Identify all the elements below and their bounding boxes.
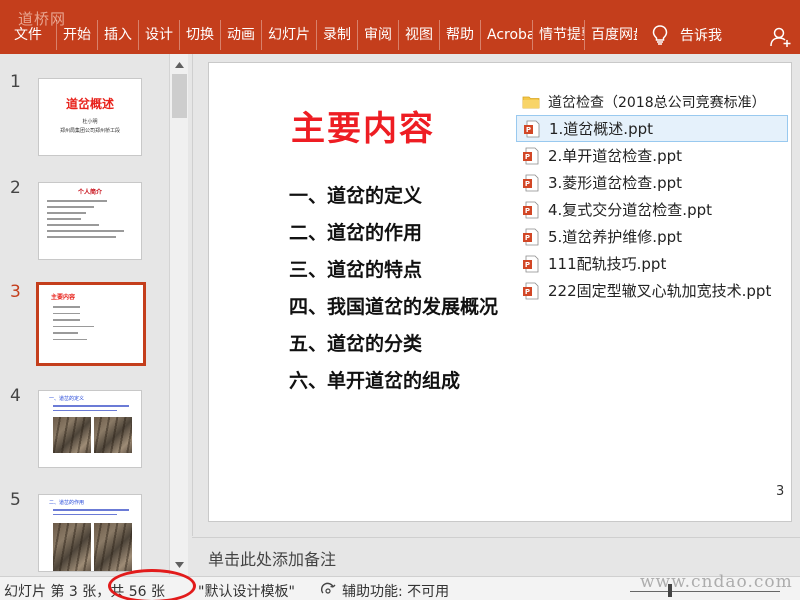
svg-text:P: P [525, 207, 530, 215]
lightbulb-icon [652, 25, 668, 45]
file-name: 1.道岔概述.ppt [549, 120, 654, 138]
scroll-up-arrow-icon[interactable] [170, 56, 189, 73]
file-list: 道岔检查（2018总公司竞赛标准） P 1.道岔概述.ppt P 2.单开道岔检… [516, 88, 800, 304]
slide-outline[interactable]: 一、道岔的定义 二、道岔的作用 三、道岔的特点 四、我国道岔的发展概况 五、道岔… [289, 178, 509, 400]
thumb-photo [53, 523, 91, 571]
thumb-number: 1 [10, 72, 21, 92]
file-row[interactable]: P 222固定型辙叉心轨加宽技术.ppt [516, 277, 800, 304]
thumbnail-slide-5[interactable]: 二、道岔的作用 [38, 494, 142, 572]
thumb-text-lines [39, 196, 141, 238]
thumbnail-slide-3[interactable]: 主要内容 [36, 282, 146, 366]
outline-item: 四、我国道岔的发展概况 [289, 296, 499, 318]
thumb-title: 一、道岔的定义 [49, 396, 85, 402]
thumb-org: 郑州局集团公司郑州桥工段 [59, 128, 120, 134]
file-row[interactable]: P 5.道岔养护维修.ppt [516, 223, 800, 250]
slide-title[interactable]: 主要内容 [291, 101, 435, 150]
thumb-photo [53, 417, 91, 453]
thumbnails-scrollbar[interactable] [169, 54, 188, 575]
outline-item: 六、单开道岔的组成 [289, 370, 461, 392]
folder-row[interactable]: 道岔检查（2018总公司竞赛标准） [516, 88, 800, 115]
file-name: 2.单开道岔检查.ppt [548, 147, 683, 165]
tell-me-label: 告诉我 [680, 28, 722, 44]
thumb-title: 道岔概述 [65, 97, 114, 111]
tab-storyboard[interactable]: 情节提要 [533, 20, 585, 50]
thumb-title: 个人简介 [77, 189, 102, 196]
thumb-number: 4 [10, 386, 21, 406]
file-name: 111配轨技巧.ppt [548, 255, 667, 273]
tab-home[interactable]: 开始 [57, 20, 98, 50]
tell-me-box[interactable]: 告诉我 [652, 20, 722, 50]
file-row[interactable]: P 2.单开道岔检查.ppt [516, 142, 800, 169]
tab-record[interactable]: 录制 [317, 20, 358, 50]
slide-thumbnails-pane: 1 道岔概述 杜小明 郑州局集团公司郑州桥工段 2 个人简介 3 主要内容 4 [0, 54, 190, 575]
thumb-number: 3 [10, 282, 21, 302]
tab-help[interactable]: 帮助 [440, 20, 481, 50]
file-name: 5.道岔养护维修.ppt [548, 228, 683, 246]
notes-placeholder: 单击此处添加备注 [208, 550, 337, 569]
tab-acrobat[interactable]: Acrobat [481, 20, 533, 50]
svg-text:P: P [525, 234, 530, 242]
tab-insert[interactable]: 插入 [98, 20, 139, 50]
thumb-photo [94, 417, 132, 453]
scroll-thumb[interactable] [172, 74, 187, 118]
watermark-url: www.cndao.com [640, 572, 793, 592]
outline-item: 三、道岔的特点 [289, 259, 423, 281]
tab-review[interactable]: 审阅 [358, 20, 399, 50]
ppt-file-icon: P [523, 282, 539, 299]
tab-baidu-netdisk[interactable]: 百度网盘 [585, 20, 637, 50]
outline-item: 五、道岔的分类 [289, 333, 423, 355]
file-row[interactable]: P 4.复式交分道岔检查.ppt [516, 196, 800, 223]
ppt-file-icon: P [523, 228, 539, 245]
thumb-text-lines [39, 301, 143, 340]
thumb-title: 二、道岔的作用 [49, 500, 85, 506]
thumb-text-lines [39, 402, 141, 411]
ppt-file-icon: P [523, 174, 539, 191]
outline-item: 二、道岔的作用 [289, 222, 423, 244]
svg-text:P: P [525, 180, 530, 188]
svg-text:P: P [526, 126, 531, 134]
thumb-author: 杜小明 [82, 119, 98, 125]
thumb-text-lines [39, 506, 141, 515]
tab-design[interactable]: 设计 [139, 20, 180, 50]
folder-icon [522, 96, 540, 108]
file-row[interactable]: P 1.道岔概述.ppt [516, 115, 788, 142]
annotation-ellipse [108, 569, 196, 600]
share-user-icon[interactable] [770, 26, 792, 48]
tab-animations[interactable]: 动画 [221, 20, 262, 50]
notes-pane[interactable]: 单击此处添加备注 [192, 537, 800, 575]
accessibility-status[interactable]: 辅助功能: 不可用 [342, 581, 449, 600]
file-name: 222固定型辙叉心轨加宽技术.ppt [548, 282, 772, 300]
tab-view[interactable]: 视图 [399, 20, 440, 50]
thumbnail-slide-1[interactable]: 道岔概述 杜小明 郑州局集团公司郑州桥工段 [38, 78, 142, 156]
ppt-file-icon: P [523, 255, 539, 272]
thumb-number: 2 [10, 178, 21, 198]
thumbnail-slide-4[interactable]: 一、道岔的定义 [38, 390, 142, 468]
file-name: 3.菱形道岔检查.ppt [548, 174, 683, 192]
file-row[interactable]: P 111配轨技巧.ppt [516, 250, 800, 277]
file-row[interactable]: P 3.菱形道岔检查.ppt [516, 169, 800, 196]
template-name: "默认设计模板" [198, 584, 295, 600]
slide-number: 3 [776, 484, 785, 499]
ppt-file-icon: P [523, 147, 539, 164]
thumb-number: 5 [10, 490, 21, 510]
tab-file[interactable]: 文件 [0, 20, 57, 50]
svg-text:P: P [525, 288, 530, 296]
svg-text:P: P [525, 153, 530, 161]
ribbon-tabs: 文件 开始 插入 设计 切换 动画 幻灯片 录制 审阅 视图 帮助 Acroba… [0, 20, 637, 50]
tab-transitions[interactable]: 切换 [180, 20, 221, 50]
ppt-file-icon: P [523, 201, 539, 218]
svg-text:P: P [525, 261, 530, 269]
accessibility-icon[interactable] [320, 582, 336, 596]
folder-name: 道岔检查（2018总公司竞赛标准） [548, 94, 766, 111]
ppt-file-icon: P [524, 120, 540, 137]
thumbnail-slide-2[interactable]: 个人简介 [38, 182, 142, 260]
thumb-photo [94, 523, 132, 571]
file-name: 4.复式交分道岔检查.ppt [548, 201, 713, 219]
outline-item: 一、道岔的定义 [289, 185, 423, 207]
tab-slideshow[interactable]: 幻灯片 [262, 20, 317, 50]
ribbon: 道桥网 文件 开始 插入 设计 切换 动画 幻灯片 录制 审阅 视图 帮助 Ac… [0, 0, 800, 54]
thumb-title: 主要内容 [51, 294, 76, 301]
